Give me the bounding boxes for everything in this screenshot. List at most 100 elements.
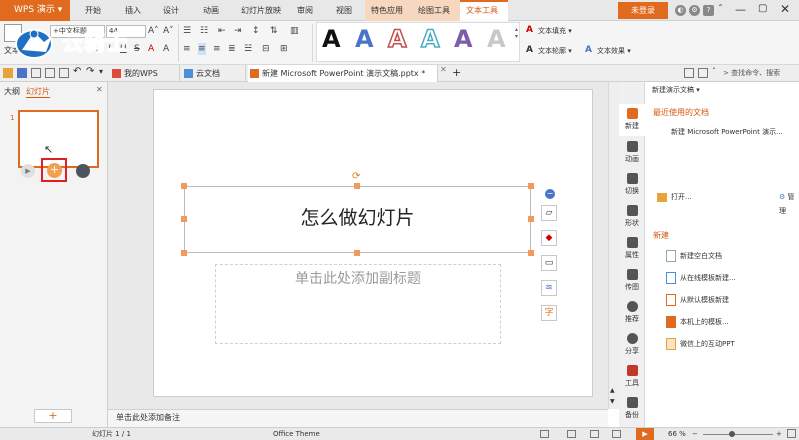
close-icon[interactable]: ✕: [780, 2, 790, 16]
resize-handle[interactable]: [181, 216, 187, 222]
menu-design[interactable]: 设计: [163, 0, 179, 21]
menu-animation[interactable]: 动画: [203, 0, 219, 21]
customize-quick-icon[interactable]: ▾: [99, 67, 103, 76]
rotate-handle-icon[interactable]: ⟳: [352, 171, 360, 182]
wechat-interactive-ppt[interactable]: 微信上的互动PPT: [666, 337, 735, 351]
text-outline-icon[interactable]: A: [526, 45, 533, 55]
skin-icon[interactable]: ◐: [675, 5, 686, 16]
numbering-icon[interactable]: ☷: [200, 25, 208, 37]
line-spacing-icon[interactable]: ↕: [252, 25, 260, 37]
menu-insert[interactable]: 插入: [125, 0, 141, 21]
fill-icon[interactable]: ◆: [541, 230, 557, 246]
wordart-style-black[interactable]: A: [322, 25, 341, 53]
bullets-icon[interactable]: ☰: [183, 25, 191, 37]
collapse-icon[interactable]: ˆ: [712, 67, 716, 76]
sidenav-transition[interactable]: 切换: [619, 169, 645, 201]
wordart-style-cyan-outline[interactable]: A: [420, 24, 440, 54]
feedback-icon[interactable]: ?: [703, 5, 714, 16]
tab-slides[interactable]: 幻灯片: [26, 86, 50, 98]
text-outline-button[interactable]: 文本轮廓 ▾: [538, 46, 572, 56]
resize-handle[interactable]: [181, 250, 187, 256]
print-preview-icon[interactable]: [45, 68, 55, 78]
menu-special[interactable]: 特色应用: [365, 0, 412, 21]
zoom-level[interactable]: 66 %: [668, 428, 686, 440]
local-templates[interactable]: 本机上的模板...: [666, 315, 729, 329]
scroll-down-icon[interactable]: ▼: [610, 398, 615, 405]
sidenav-tools[interactable]: 工具: [619, 361, 645, 393]
new-blank-doc[interactable]: 新建空白文档: [666, 249, 722, 263]
undo-icon[interactable]: ↶: [73, 66, 81, 77]
resize-handle[interactable]: [528, 216, 534, 222]
layers-icon[interactable]: ≋: [541, 280, 557, 296]
redo-icon[interactable]: ↷: [86, 66, 94, 77]
wordart-style-purple[interactable]: A: [454, 25, 473, 53]
gallery-scroll-icon[interactable]: ▴ ▾: [515, 26, 518, 40]
tab-outline[interactable]: 大纲: [4, 86, 20, 97]
wordart-style-blue[interactable]: A: [355, 25, 374, 53]
notes-toggle-icon[interactable]: [540, 430, 549, 438]
close-tab-icon[interactable]: ✕: [440, 65, 447, 74]
align-center-icon[interactable]: ≡: [198, 43, 206, 55]
close-panel-icon[interactable]: ✕: [96, 85, 103, 94]
menu-drawing-tools[interactable]: 绘图工具: [412, 0, 460, 21]
sidenav-share[interactable]: 分享: [619, 329, 645, 361]
wordart-style-gray[interactable]: A: [487, 25, 506, 53]
share-icon[interactable]: [698, 68, 708, 78]
text-style-icon[interactable]: 字: [541, 305, 557, 321]
resize-handle[interactable]: [354, 250, 360, 256]
minimize-ribbon-icon[interactable]: ˆ: [718, 4, 723, 15]
manage-button[interactable]: ⚙ 管理: [779, 190, 799, 215]
sorter-view-icon[interactable]: [590, 430, 599, 438]
reading-view-icon[interactable]: [612, 430, 621, 438]
wordart-style-red-outline[interactable]: A: [387, 24, 407, 54]
tab-document[interactable]: 新建 Microsoft PowerPoint 演示文稿.pptx *: [248, 65, 438, 82]
text-effects-icon[interactable]: A: [585, 45, 592, 55]
add-slide-icon[interactable]: +: [47, 163, 62, 178]
subtitle-text[interactable]: 单击此处添加副标题: [215, 268, 501, 288]
normal-view-icon[interactable]: [567, 430, 576, 438]
menu-home[interactable]: 开始: [85, 0, 101, 21]
resize-handle[interactable]: [528, 250, 534, 256]
sidenav-new[interactable]: 新建: [619, 104, 645, 136]
add-slide-button[interactable]: +: [34, 409, 72, 423]
tab-cloud-docs[interactable]: 云文档: [182, 65, 246, 82]
play-icon[interactable]: ▶: [21, 164, 35, 178]
decrease-indent-icon[interactable]: ⇤: [218, 25, 226, 37]
open-button[interactable]: 打开...: [657, 190, 692, 204]
tab-my-wps[interactable]: 我的WPS: [110, 65, 180, 82]
resize-handle[interactable]: [354, 183, 360, 189]
align-left-icon[interactable]: ≡: [183, 43, 191, 55]
justify-icon[interactable]: ≣: [228, 43, 236, 55]
menu-view[interactable]: 视图: [336, 0, 352, 21]
collapse-tools-icon[interactable]: −: [545, 189, 555, 199]
open-folder-icon[interactable]: [3, 68, 13, 78]
settings-icon[interactable]: ⚙: [689, 5, 700, 16]
scroll-up-icon[interactable]: ▲: [610, 387, 615, 394]
text-effects-button[interactable]: 文本效果 ▾: [597, 46, 631, 56]
menu-slideshow[interactable]: 幻灯片放映: [241, 0, 281, 21]
zoom-in-icon[interactable]: +: [776, 428, 782, 440]
outline-icon[interactable]: ▭: [541, 255, 557, 271]
slide-title[interactable]: 怎么做幻灯片: [184, 203, 531, 230]
resize-handle[interactable]: [528, 183, 534, 189]
vertical-align-icon[interactable]: ⊟: [262, 43, 270, 55]
zoom-out-icon[interactable]: −: [692, 428, 698, 440]
sidenav-animation[interactable]: 动画: [619, 137, 645, 169]
cloud-sync-icon[interactable]: [684, 68, 694, 78]
zoom-slider[interactable]: [703, 434, 773, 435]
sidenav-shapes[interactable]: 形状: [619, 201, 645, 233]
zoom-slider-thumb[interactable]: [729, 431, 735, 437]
text-fill-icon[interactable]: A: [526, 25, 533, 35]
task-pane-header[interactable]: 新建演示文稿 ▾: [652, 85, 700, 95]
sidenav-recommend[interactable]: 推荐: [619, 297, 645, 329]
shape-style-icon[interactable]: ▱: [541, 205, 557, 221]
text-fill-button[interactable]: 文本填充 ▾: [538, 26, 572, 36]
print-icon[interactable]: [31, 68, 41, 78]
minimize-icon[interactable]: —: [735, 3, 746, 16]
increase-indent-icon[interactable]: ⇥: [234, 25, 242, 37]
align-right-icon[interactable]: ≡: [213, 43, 221, 55]
vertical-scrollbar[interactable]: ▲ ▼: [608, 82, 619, 409]
recent-doc-item[interactable]: 新建 Microsoft PowerPoint 演示...: [671, 125, 799, 139]
sidenav-backup[interactable]: 备份: [619, 393, 645, 425]
text-box-align-icon[interactable]: ⊞: [280, 43, 288, 55]
